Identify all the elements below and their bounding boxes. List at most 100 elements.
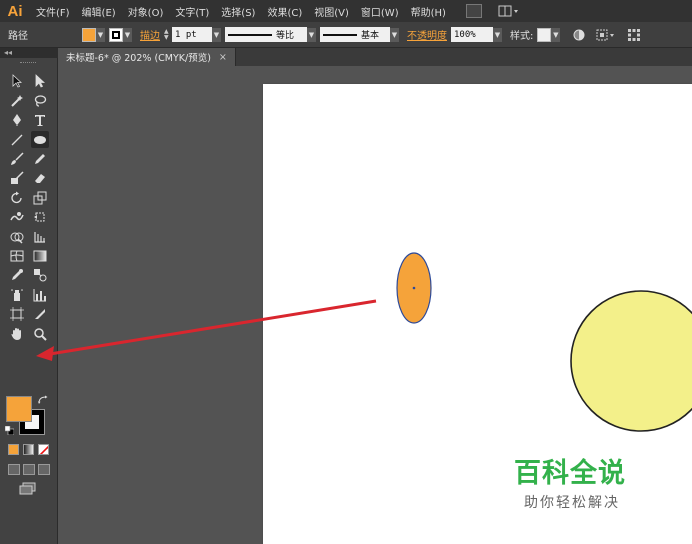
fill-color-swatch[interactable] (82, 27, 96, 42)
type-t-icon (35, 114, 45, 126)
arrange-documents-icon (498, 5, 518, 17)
magic-wand-tool[interactable] (8, 92, 26, 109)
menu-file[interactable]: 文件(F) (30, 4, 76, 19)
stroke-weight-field[interactable]: 1 pt (172, 27, 212, 42)
variable-width-profile[interactable]: 等比 (225, 27, 307, 42)
ellipse-tool[interactable] (31, 131, 49, 148)
draw-behind-button[interactable] (23, 464, 35, 475)
blob-brush-tool[interactable] (8, 169, 26, 186)
screen-mode-button[interactable] (19, 482, 37, 496)
menu-object[interactable]: 对象(O) (122, 4, 170, 19)
menu-select[interactable]: 选择(S) (215, 4, 261, 19)
document-tab-title: 未标题-6* @ 202% (CMYK/预览) (66, 53, 211, 64)
type-tool[interactable] (31, 111, 49, 128)
profile-dropdown[interactable]: ▼ (307, 27, 316, 42)
gradient-tool[interactable] (31, 247, 49, 264)
fill-swatch[interactable] (6, 396, 32, 422)
selection-arrow-icon (12, 73, 23, 88)
menu-help[interactable]: 帮助(H) (405, 4, 452, 19)
stroke-panel-link[interactable]: 描边 (136, 27, 164, 42)
artboard-tool[interactable] (8, 305, 26, 322)
menu-type[interactable]: 文字(T) (169, 4, 215, 19)
perspective-grid-tool[interactable] (31, 228, 49, 245)
warp-tool[interactable] (8, 208, 26, 225)
tools-panel: ◂◂ (0, 48, 58, 544)
blob-brush-icon (11, 170, 24, 184)
gradient-mode-button[interactable] (23, 444, 34, 455)
stroke-color-swatch[interactable] (109, 27, 123, 42)
hand-tool[interactable] (8, 325, 26, 342)
screen-mode-icon (19, 482, 36, 495)
brush-line (323, 33, 357, 36)
watermark: 百科全说 助你轻松解决 (514, 451, 654, 513)
default-fill-stroke-icon[interactable] (4, 425, 15, 436)
pencil-tool[interactable] (31, 150, 49, 167)
paintbrush-tool[interactable] (8, 150, 26, 167)
symbol-sprayer-tool[interactable] (8, 286, 26, 303)
opacity-link[interactable]: 不透明度 (403, 27, 451, 42)
recolor-artwork-button[interactable] (570, 27, 588, 43)
pen-tool[interactable] (8, 111, 26, 128)
artboard-icon (10, 306, 24, 321)
blend-tool[interactable] (31, 266, 49, 283)
stroke-weight-stepper[interactable]: ▲ ▼ (164, 27, 172, 42)
swap-fill-stroke-icon[interactable] (38, 395, 48, 405)
menu-view[interactable]: 视图(V) (308, 4, 355, 19)
style-label: 样式: (510, 31, 534, 42)
brush-definition[interactable]: 基本 (320, 27, 390, 42)
draw-inside-button[interactable] (38, 464, 50, 475)
menu-window[interactable]: 窗口(W) (355, 4, 405, 19)
scale-tool[interactable] (31, 189, 49, 206)
menu-edit[interactable]: 编辑(E) (76, 4, 122, 19)
pencil-icon (35, 153, 45, 164)
menu-effect[interactable]: 效果(C) (261, 4, 308, 19)
column-graph-tool[interactable] (31, 286, 49, 303)
eyedropper-tool[interactable] (8, 266, 26, 283)
control-bar: 路径 ▼ ▼ 描边 ▲ ▼ 1 pt ▼ 等比 ▼ 基本 ▼ 不透明度 100% … (0, 22, 692, 48)
document-tab-bar: 未标题-6* @ 202% (CMYK/预览) × (58, 48, 692, 66)
rotate-icon (11, 191, 22, 203)
menu-bar: Ai 文件(F) 编辑(E) 对象(O) 文字(T) 选择(S) 效果(C) 视… (0, 0, 692, 22)
transform-icon (628, 28, 641, 41)
line-segment-icon (11, 134, 23, 145)
free-transform-tool[interactable] (31, 208, 49, 225)
eraser-tool[interactable] (31, 169, 49, 186)
slice-tool[interactable] (31, 305, 49, 322)
selection-tool[interactable] (8, 72, 26, 89)
none-mode-button[interactable] (38, 444, 49, 455)
symbol-sprayer-icon (11, 288, 23, 301)
rotate-tool[interactable] (8, 189, 26, 206)
profile-label: 等比 (276, 31, 295, 41)
lasso-tool[interactable] (31, 92, 49, 109)
brush-dropdown[interactable]: ▼ (390, 27, 399, 42)
transform-button[interactable] (626, 27, 642, 43)
direct-selection-tool[interactable] (31, 72, 49, 89)
stroke-dropdown-arrow[interactable]: ▼ (123, 27, 132, 42)
shape-builder-tool[interactable] (8, 228, 26, 245)
opacity-dropdown[interactable]: ▼ (493, 27, 502, 42)
close-tab-icon[interactable]: × (219, 52, 227, 63)
watermark-title: 百科全说 (514, 458, 626, 489)
style-dropdown[interactable]: ▼ (551, 27, 561, 42)
panel-grip[interactable] (20, 62, 36, 64)
color-mode-button[interactable] (8, 444, 19, 455)
document-tab[interactable]: 未标题-6* @ 202% (CMYK/预览) × (58, 48, 236, 66)
warp-icon (10, 211, 24, 220)
zoom-tool[interactable] (31, 325, 49, 342)
draw-normal-button[interactable] (8, 464, 20, 475)
eyedropper-icon (12, 268, 23, 280)
eraser-icon (35, 173, 45, 183)
bridge-button[interactable] (465, 4, 482, 18)
align-icon (596, 29, 615, 40)
column-graph-icon (33, 288, 46, 301)
stroke-weight-dropdown[interactable]: ▼ (212, 27, 221, 42)
align-button[interactable] (594, 27, 620, 43)
opacity-field[interactable]: 100% (451, 27, 493, 42)
panel-collapse-bar[interactable]: ◂◂ (0, 48, 58, 58)
mesh-tool[interactable] (8, 247, 26, 264)
graphic-style-swatch[interactable] (537, 27, 552, 42)
free-transform-icon (34, 212, 45, 221)
line-segment-tool[interactable] (8, 131, 26, 148)
arrange-documents-button[interactable] (498, 4, 520, 18)
fill-dropdown-arrow[interactable]: ▼ (96, 27, 105, 42)
